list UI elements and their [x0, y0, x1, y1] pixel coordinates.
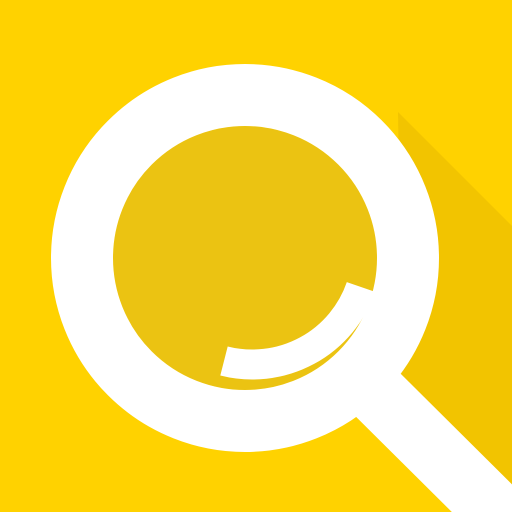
- search-app-icon[interactable]: [0, 0, 512, 512]
- search-icon: [0, 0, 512, 512]
